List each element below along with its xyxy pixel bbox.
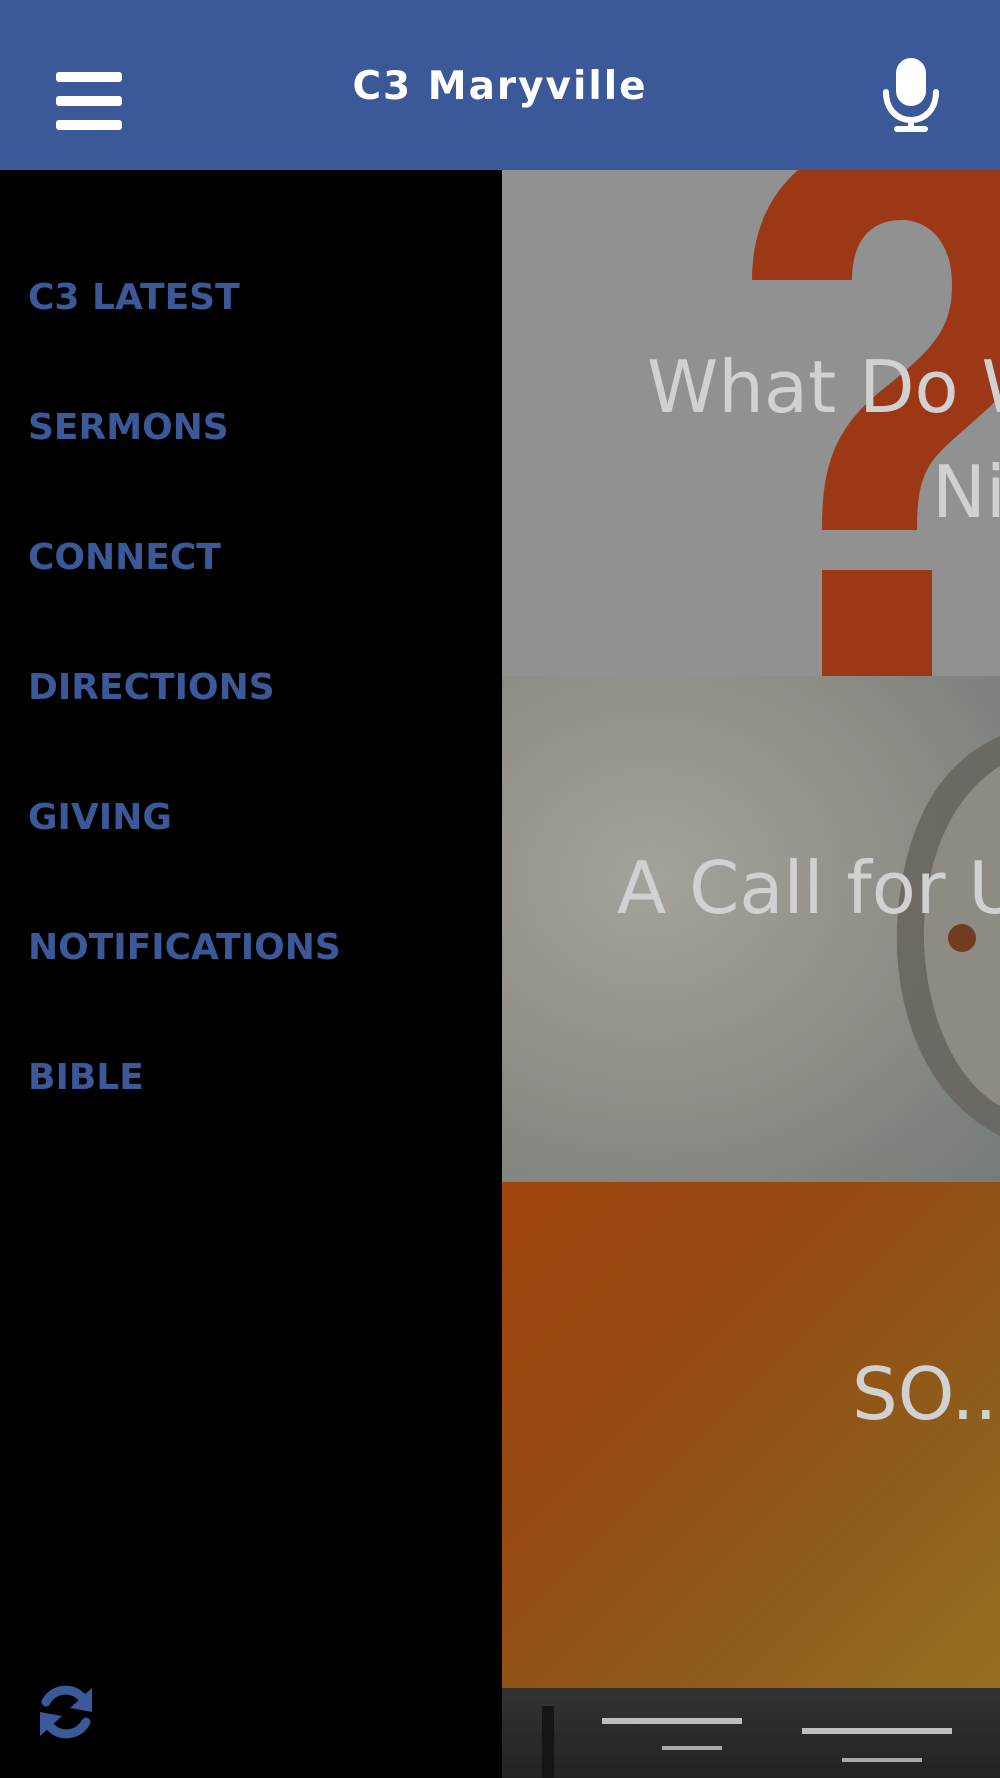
drawer-item-notifications[interactable]: NOTIFICATIONS	[0, 882, 502, 1012]
drawer-item-label: BIBLE	[28, 1056, 144, 1098]
navigation-drawer: C3 LATEST SERMONS CONNECT DIRECTIONS GIV…	[0, 170, 502, 1778]
card-title: A Call for U	[617, 846, 1000, 930]
drawer-item-c3-latest[interactable]: C3 LATEST	[0, 232, 502, 362]
microphone-icon[interactable]	[880, 58, 942, 134]
refresh-icon[interactable]	[34, 1680, 98, 1744]
drawer-menu: C3 LATEST SERMONS CONNECT DIRECTIONS GIV…	[0, 232, 502, 1142]
drawer-item-bible[interactable]: BIBLE	[0, 1012, 502, 1142]
drawer-item-label: GIVING	[28, 796, 172, 838]
drawer-item-label: C3 LATEST	[28, 276, 240, 318]
ceiling-lights-art	[542, 1706, 952, 1778]
card-title: What Do W	[647, 345, 1000, 429]
app-screen: What Do W Ni A Call for U SO...	[0, 0, 1000, 1778]
drawer-item-sermons[interactable]: SERMONS	[0, 362, 502, 492]
hamburger-menu-icon[interactable]	[56, 72, 124, 130]
feed-card[interactable]: What Do W Ni	[502, 170, 1000, 676]
drawer-item-label: DIRECTIONS	[28, 666, 275, 708]
drawer-item-label: SERMONS	[28, 406, 229, 448]
drawer-item-giving[interactable]: GIVING	[0, 752, 502, 882]
app-title: C3 Maryville	[352, 63, 648, 109]
feed-card[interactable]: SO...	[502, 1182, 1000, 1688]
drawer-item-connect[interactable]: CONNECT	[0, 492, 502, 622]
app-header: C3 Maryville	[0, 0, 1000, 170]
drawer-item-label: NOTIFICATIONS	[28, 926, 341, 968]
card-title-line2: Ni	[932, 450, 1000, 534]
drawer-item-label: CONNECT	[28, 536, 221, 578]
feed-card[interactable]: A Call for U	[502, 676, 1000, 1182]
feed-card[interactable]	[502, 1688, 1000, 1778]
feed-content[interactable]: What Do W Ni A Call for U SO...	[502, 170, 1000, 1778]
drawer-item-directions[interactable]: DIRECTIONS	[0, 622, 502, 752]
card-title: SO...	[852, 1352, 1000, 1436]
